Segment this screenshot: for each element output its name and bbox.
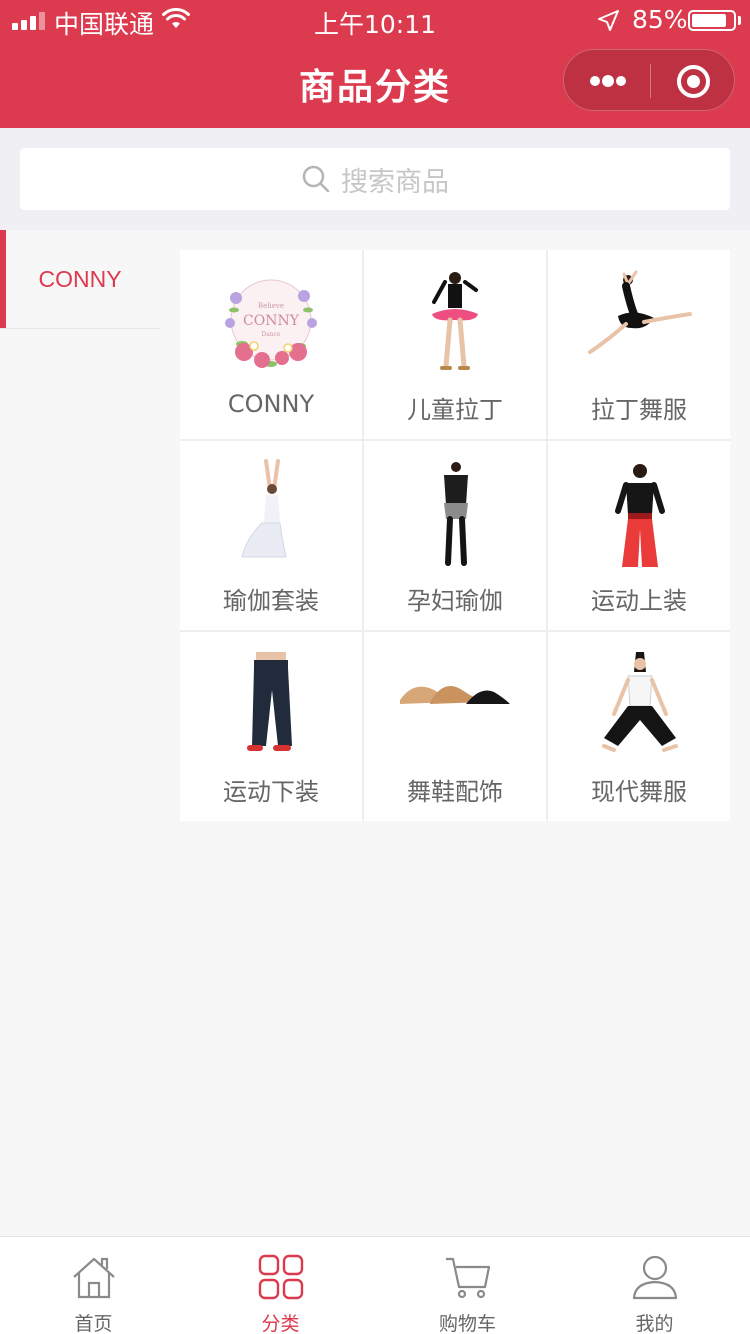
dance-shoes-image: [400, 686, 510, 704]
category-item-dance-shoes[interactable]: 舞鞋配饰: [364, 632, 546, 821]
battery-percent: 85%: [632, 5, 688, 34]
conny-logo-image: Believe CONNY Dance: [225, 279, 317, 368]
more-dot-icon: [590, 76, 600, 86]
svg-text:Believe: Believe: [258, 302, 284, 310]
category-item-conny[interactable]: Believe CONNY Dance CONNY: [180, 250, 362, 439]
category-label: CONNY: [227, 390, 315, 418]
tab-mine[interactable]: 我的: [561, 1237, 748, 1334]
category-label: 拉丁舞服: [591, 396, 687, 424]
tab-label: 我的: [635, 1313, 674, 1334]
svg-text:CONNY: CONNY: [243, 313, 300, 329]
category-label: 儿童拉丁: [407, 396, 503, 424]
header: 中国联通 上午10:11 85% 商品分类: [0, 0, 750, 128]
battery-icon: [688, 10, 736, 31]
yoga-set-image: [241, 459, 287, 558]
category-label: 运动上装: [591, 587, 687, 615]
tab-label: 分类: [261, 1313, 300, 1334]
tab-category[interactable]: 分类: [187, 1237, 374, 1334]
category-grid: Believe CONNY Dance CONNY 儿童拉丁 拉丁舞服 瑜伽套装…: [180, 250, 730, 821]
svg-text:Dance: Dance: [261, 331, 281, 338]
search-area: 搜索商品: [0, 128, 750, 230]
tab-label: 首页: [74, 1313, 113, 1334]
tab-cart[interactable]: 购物车: [374, 1237, 561, 1334]
category-label: 舞鞋配饰: [407, 778, 503, 806]
category-item-modern-dancewear[interactable]: 现代舞服: [548, 632, 730, 821]
tab-label: 购物车: [438, 1313, 496, 1334]
miniprogram-capsule: [563, 49, 735, 111]
category-item-sports-pants[interactable]: 运动下装: [180, 632, 362, 821]
sports-top-image: [615, 464, 665, 567]
latin-dancewear-image: [588, 270, 692, 354]
search-input[interactable]: 搜索商品: [20, 148, 730, 210]
category-sidebar: CONNY: [0, 230, 160, 329]
location-arrow-icon: [598, 10, 619, 31]
category-item-maternity-yoga[interactable]: 孕妇瑜伽: [364, 441, 546, 630]
cart-icon: [446, 1257, 491, 1299]
category-label: 现代舞服: [591, 778, 687, 806]
bottom-tab-bar: 首页 分类 购物车 我的: [0, 1236, 750, 1334]
category-item-kids-latin[interactable]: 儿童拉丁: [364, 250, 546, 439]
category-label: 瑜伽套装: [223, 587, 319, 615]
category-item-latin-dancewear[interactable]: 拉丁舞服: [548, 250, 730, 439]
user-icon: [632, 1255, 678, 1300]
close-miniprogram-button[interactable]: [651, 50, 736, 112]
sports-pants-image: [247, 652, 292, 751]
home-icon: [73, 1257, 115, 1299]
sidebar-item-label: CONNY: [38, 266, 122, 292]
search-icon: [302, 165, 330, 193]
maternity-yoga-image: [444, 462, 468, 566]
category-item-sports-top[interactable]: 运动上装: [548, 441, 730, 630]
category-label: 孕妇瑜伽: [407, 587, 503, 615]
search-placeholder: 搜索商品: [341, 166, 449, 198]
category-icon: [258, 1254, 304, 1300]
more-button[interactable]: [564, 50, 650, 112]
more-dot-icon: [602, 75, 614, 87]
sidebar-item-conny[interactable]: CONNY: [0, 230, 160, 329]
more-dot-icon: [616, 76, 626, 86]
target-dot-icon: [687, 75, 700, 88]
tab-home[interactable]: 首页: [0, 1237, 187, 1334]
battery-fill: [692, 14, 726, 27]
status-bar: 中国联通 上午10:11 85%: [0, 0, 750, 40]
kids-latin-dance-image: [432, 272, 478, 370]
battery-tip: [738, 16, 741, 25]
category-item-yoga-set[interactable]: 瑜伽套装: [180, 441, 362, 630]
category-label: 运动下装: [223, 778, 319, 806]
modern-dancewear-image: [602, 652, 678, 752]
